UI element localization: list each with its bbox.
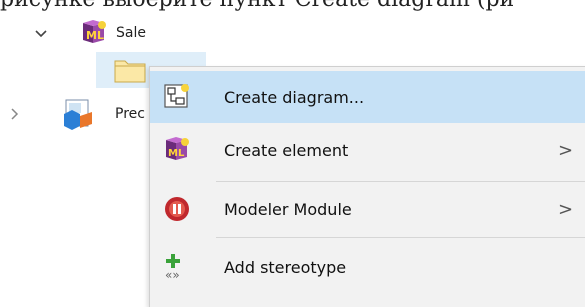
model-icon — [64, 99, 92, 130]
create-diagram-icon — [164, 84, 189, 108]
tree-item-label: Sale — [116, 25, 146, 41]
page-caption: рисунке выберите пункт Create diagram (р… — [0, 0, 585, 11]
submenu-arrow-icon: > — [558, 139, 574, 161]
tree-item-label: Prec — [115, 106, 145, 122]
svg-text:ML: ML — [168, 148, 185, 159]
modeler-module-icon — [165, 197, 189, 221]
submenu-arrow-icon: > — [558, 198, 574, 220]
menu-item-label: Create element — [224, 140, 349, 160]
svg-text:«»: «» — [165, 268, 180, 280]
menu-item-modeler-module[interactable]: Modeler Module > — [150, 183, 585, 235]
chevron-down-icon[interactable] — [35, 29, 47, 39]
create-element-icon: ML — [166, 137, 189, 160]
menu-item-label: Modeler Module — [224, 199, 352, 219]
menu-item-label: Add stereotype — [224, 257, 347, 277]
chevron-right-icon[interactable] — [10, 108, 20, 120]
menu-separator — [216, 181, 585, 182]
uml-package-icon: ML — [83, 20, 106, 43]
menu-item-create-diagram[interactable]: Create diagram... — [150, 71, 585, 123]
add-stereotype-icon: «» — [165, 254, 180, 280]
context-menu: Create diagram... ML Create element > Mo… — [149, 66, 585, 307]
menu-item-create-element[interactable]: ML Create element > — [150, 124, 585, 176]
menu-separator — [216, 237, 585, 238]
folder-icon — [114, 60, 146, 83]
menu-item-add-stereotype[interactable]: «» Add stereotype — [150, 241, 585, 293]
menu-item-label: Create diagram... — [224, 87, 365, 107]
svg-text:ML: ML — [86, 29, 104, 42]
